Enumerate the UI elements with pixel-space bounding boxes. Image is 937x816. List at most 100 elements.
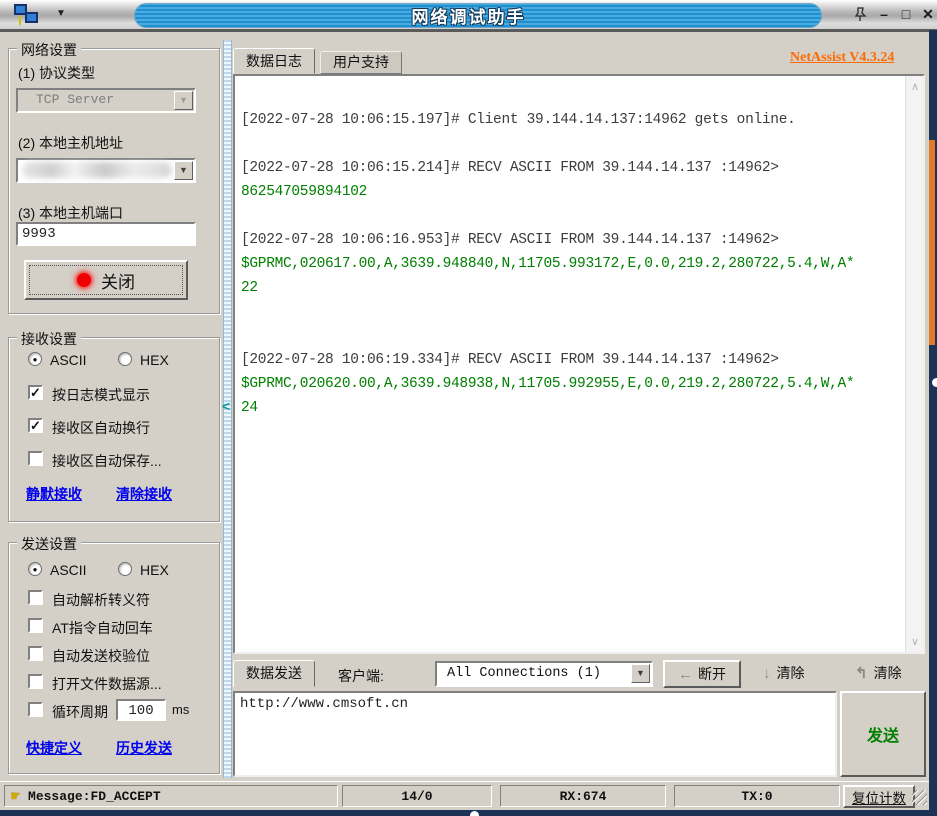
auto-wrap-label: 接收区自动换行	[52, 418, 150, 438]
status-message: Message:FD_ACCEPT	[28, 789, 161, 804]
tab-data-log[interactable]: 数据日志	[233, 48, 315, 74]
title-bar: ▼ 网络调试助手 – □ ✕	[0, 0, 937, 32]
send-input-area[interactable]: http://www.cmsoft.cn	[233, 691, 837, 777]
status-bar: ☛ Message:FD_ACCEPT 14/0 RX:674 TX:0 复位计…	[0, 781, 937, 810]
status-led-icon	[77, 273, 91, 287]
send-settings-title: 发送设置	[17, 534, 81, 554]
log-line: [2022-07-28 10:06:15.197]# Client 39.144…	[241, 112, 899, 136]
cycle-label: 循环周期	[52, 702, 108, 722]
close-connection-button[interactable]: 关闭	[24, 260, 188, 300]
log-line: 24	[241, 400, 899, 424]
host-address-label: (2) 本地主机地址	[18, 133, 123, 153]
host-port-label: (3) 本地主机端口	[18, 203, 123, 223]
send-ascii-radio[interactable]: ●	[28, 562, 42, 576]
shortcut-define-link[interactable]: 快捷定义	[26, 738, 82, 758]
receive-hex-label: HEX	[140, 352, 169, 368]
file-source-checkbox[interactable]	[28, 674, 43, 689]
minimize-button[interactable]: –	[874, 4, 894, 24]
receive-hex-radio[interactable]	[118, 352, 132, 366]
pointing-hand-icon: ☛	[11, 787, 20, 806]
at-cr-label: AT指令自动回车	[52, 618, 153, 638]
tab-data-send[interactable]: 数据发送	[233, 660, 315, 687]
tab-user-support[interactable]: 用户支持	[320, 51, 402, 74]
panel-splitter[interactable]: <	[223, 40, 232, 778]
protocol-type-value: TCP Server	[36, 92, 170, 107]
log-line	[241, 304, 899, 328]
cycle-checkbox[interactable]	[28, 702, 43, 717]
history-send-link[interactable]: 历史发送	[116, 738, 172, 758]
log-line: [2022-07-28 10:06:16.953]# RECV ASCII FR…	[241, 232, 899, 256]
edge-handle-right[interactable]	[932, 378, 937, 387]
chevron-down-icon[interactable]: ▼	[174, 91, 193, 110]
host-address-select[interactable]: ▼	[16, 158, 196, 183]
log-scrollbar[interactable]: ∧ ∨	[905, 76, 923, 652]
send-hex-radio[interactable]	[118, 562, 132, 576]
status-message-panel: ☛ Message:FD_ACCEPT	[4, 785, 338, 807]
log-line: $GPRMC,020620.00,A,3639.948938,N,11705.9…	[241, 376, 899, 400]
protocol-type-select[interactable]: TCP Server ▼	[16, 88, 196, 113]
netassist-version-link[interactable]: NetAssist V4.3.24	[790, 50, 894, 66]
auto-save-label: 接收区自动保存...	[52, 451, 162, 471]
log-mode-checkbox[interactable]: ✓	[28, 385, 43, 400]
send-input-value: http://www.cmsoft.cn	[240, 696, 408, 712]
log-line: 22	[241, 280, 899, 304]
receive-settings-title: 接收设置	[17, 329, 81, 349]
log-line: $GPRMC,020617.00,A,3639.948840,N,11705.9…	[241, 256, 899, 280]
file-source-label: 打开文件数据源...	[52, 674, 162, 694]
connection-counter-panel: 14/0	[342, 785, 492, 807]
resize-grip[interactable]	[912, 790, 927, 805]
log-mode-label: 按日志模式显示	[52, 385, 150, 405]
silent-receive-link[interactable]: 静默接收	[26, 484, 82, 504]
log-lines: [2022-07-28 10:06:15.197]# Client 39.144…	[241, 88, 899, 424]
window-title: 网络调试助手	[0, 3, 937, 28]
protocol-type-label: (1) 协议类型	[18, 63, 95, 83]
cycle-interval-input[interactable]: 100	[116, 699, 166, 721]
at-cr-checkbox[interactable]	[28, 618, 43, 633]
close-connection-label: 关闭	[101, 268, 135, 293]
clear-receive-label: 清除	[777, 663, 805, 683]
log-line: [2022-07-28 10:06:19.334]# RECV ASCII FR…	[241, 352, 899, 376]
collapse-left-icon[interactable]: <	[222, 398, 230, 414]
edge-handle-bottom[interactable]	[470, 811, 479, 816]
log-line	[241, 88, 899, 112]
connection-value: All Connections (1)	[447, 666, 601, 681]
auto-checksum-checkbox[interactable]	[28, 646, 43, 661]
send-ascii-label: ASCII	[50, 562, 87, 578]
receive-ascii-radio[interactable]: ●	[28, 352, 42, 366]
disconnect-arrow-icon: ←	[678, 666, 693, 683]
log-output-area[interactable]: [2022-07-28 10:06:15.197]# Client 39.144…	[233, 74, 925, 654]
client-label: 客户端:	[338, 666, 384, 686]
auto-escape-checkbox[interactable]	[28, 590, 43, 605]
log-line: 862547059894102	[241, 184, 899, 208]
auto-wrap-checkbox[interactable]: ✓	[28, 418, 43, 433]
clear-receive-link[interactable]: 清除接收	[116, 484, 172, 504]
pin-icon[interactable]	[852, 7, 868, 23]
host-port-input[interactable]: 9993	[16, 222, 196, 246]
clear-receive-arrow-icon: ↓	[763, 665, 771, 682]
network-settings-title: 网络设置	[17, 40, 81, 60]
rx-counter-panel: RX:674	[500, 785, 666, 807]
log-line: [2022-07-28 10:06:15.214]# RECV ASCII FR…	[241, 160, 899, 184]
send-button[interactable]: 发送	[840, 691, 926, 777]
chevron-down-icon[interactable]: ▼	[174, 161, 193, 180]
reset-counter-button[interactable]: 复位计数	[843, 785, 915, 808]
clear-send-button[interactable]: ↰ 清除	[855, 663, 902, 683]
tx-counter-panel: TX:0	[674, 785, 840, 807]
maximize-button[interactable]: □	[896, 4, 916, 24]
connection-select[interactable]: All Connections (1) ▼	[435, 661, 653, 687]
chevron-down-icon[interactable]: ▼	[631, 664, 650, 683]
cycle-unit-label: ms	[172, 702, 189, 717]
auto-checksum-label: 自动发送校验位	[52, 646, 150, 666]
auto-save-checkbox[interactable]	[28, 451, 43, 466]
clear-send-label: 清除	[874, 663, 902, 683]
scroll-down-icon[interactable]: ∨	[906, 635, 924, 648]
disconnect-button[interactable]: ← 断开	[663, 660, 741, 688]
log-line	[241, 208, 899, 232]
disconnect-label: 断开	[698, 664, 726, 684]
close-button[interactable]: ✕	[918, 4, 937, 24]
background-scrollbar-strip	[929, 140, 935, 345]
scroll-up-icon[interactable]: ∧	[906, 80, 924, 93]
send-hex-label: HEX	[140, 562, 169, 578]
clear-receive-button[interactable]: ↓ 清除	[763, 663, 805, 683]
app-window: ▼ 网络调试助手 – □ ✕ 网络设置 (1) 协议类型 TCP Server …	[0, 0, 937, 816]
